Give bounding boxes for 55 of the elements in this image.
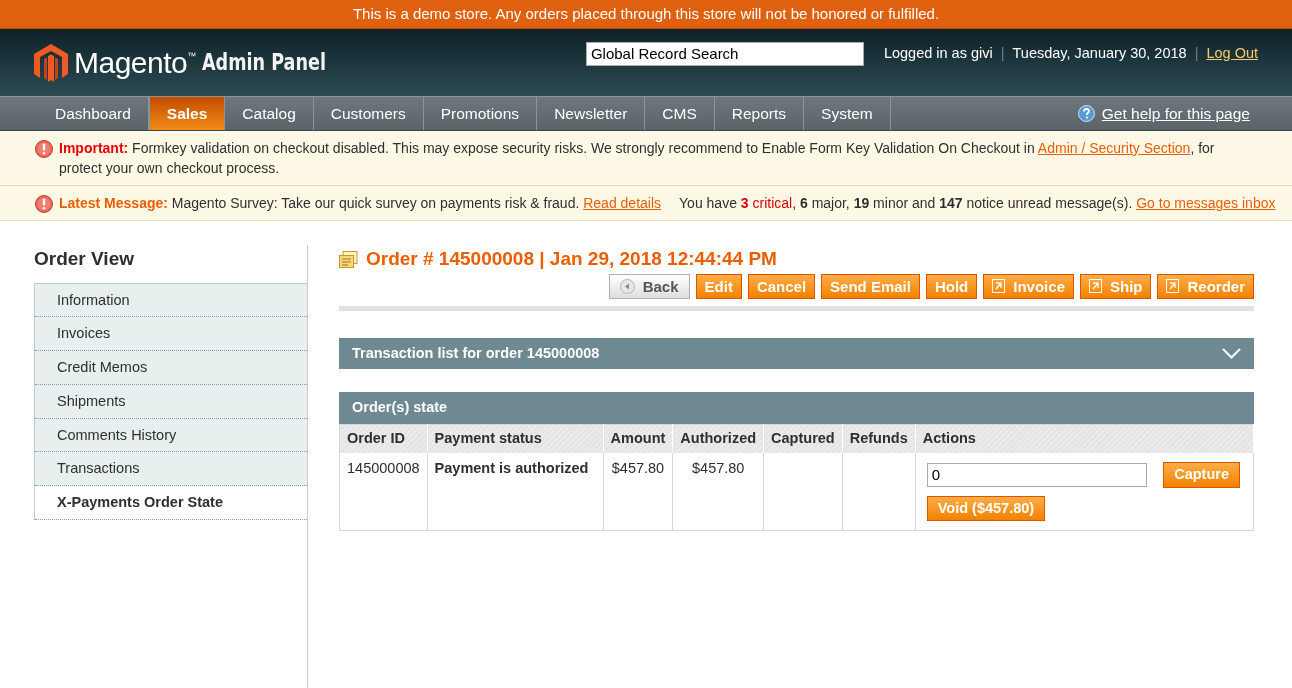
- global-search-field[interactable]: Global Record Search: [585, 41, 864, 66]
- sidebar-tab[interactable]: Credit Memos: [35, 351, 307, 385]
- document-icon: [992, 279, 1006, 293]
- separator: |: [1194, 43, 1199, 63]
- help-icon: [1077, 105, 1095, 122]
- help-link[interactable]: Get help for this page: [1101, 101, 1250, 126]
- nav-tab[interactable]: System: [804, 97, 891, 130]
- latest-message: Latest Message: Magento Survey: Take our quick survey on payments risk & fraud. Read details: [59, 194, 662, 213]
- nav-tab[interactable]: Catalog: [225, 97, 314, 130]
- document-icon: [1088, 279, 1102, 293]
- unread-messages-summary: You have 3 critical, 6 major, 19 minor and 147 notice unread message(s). Go to messages inbox: [679, 194, 1276, 213]
- sidebar-tab[interactable]: Comments History: [35, 418, 307, 453]
- order-icon: [339, 250, 358, 268]
- sidebar-tab[interactable]: Transactions: [35, 452, 307, 486]
- demo-store-notice: This is a demo store. Any orders placed through this store will not be honored or fulfilled.: [0, 0, 1292, 29]
- messages-inbox-link[interactable]: Go to messages inbox: [1136, 195, 1276, 211]
- logout-link[interactable]: Log Out: [1206, 42, 1258, 65]
- order-title: Order # 145000008 | Jan 29, 2018 12:44:44 PM: [366, 247, 777, 271]
- error-icon: [35, 140, 53, 158]
- transaction-list-header[interactable]: Transaction list for order 145000008: [339, 337, 1254, 370]
- error-icon: [35, 195, 53, 213]
- nav-tab[interactable]: CMS: [645, 97, 715, 130]
- column-header: Captured: [763, 424, 843, 453]
- nav-tab[interactable]: Reports: [714, 97, 805, 130]
- table-cell: 145000008: [339, 452, 428, 531]
- current-date: Tuesday, January 30, 2018: [1012, 43, 1187, 63]
- table-cell: $457.80: [603, 452, 673, 531]
- nav-tab[interactable]: Sales: [148, 97, 226, 130]
- column-header: Order ID: [339, 424, 428, 453]
- nav-tab[interactable]: Newsletter: [537, 97, 646, 130]
- column-header: Payment status: [427, 424, 604, 453]
- table-cell: Payment is authorized: [427, 452, 604, 531]
- logo-icon: [34, 43, 68, 82]
- sidebar-tab[interactable]: Invoices: [35, 317, 307, 351]
- document-icon: [1166, 279, 1180, 293]
- sidebar-title: Order View: [34, 245, 307, 284]
- sidebar-tab[interactable]: Information: [35, 283, 307, 318]
- table-cell: $457.80: [672, 452, 764, 531]
- logo-product-name: Admin Panel: [201, 48, 326, 78]
- important-message: Important: Formkey validation on checkout disabled. This may expose security risks. We strongly recommend to Enable Form Key Validation On Checkout in Admin / Security Section, for protect your own checkout process.: [59, 140, 1215, 176]
- read-details-link[interactable]: Read details: [583, 195, 662, 211]
- column-header: Authorized: [672, 424, 764, 453]
- separator: |: [1000, 43, 1005, 63]
- column-header: Refunds: [842, 424, 916, 453]
- sidebar-tab[interactable]: Shipments: [35, 384, 307, 419]
- nav-tab[interactable]: Promotions: [423, 97, 538, 130]
- nav-tab[interactable]: Customers: [313, 97, 424, 130]
- capture-amount-field[interactable]: 0: [926, 462, 1147, 487]
- column-header: Actions: [915, 424, 1254, 453]
- user-info: Logged in as givi: [883, 43, 993, 63]
- logo-brand: Magento$^{™}$: [74, 45, 196, 81]
- nav-tab[interactable]: Dashboard: [38, 97, 149, 130]
- back-button[interactable]: Back: [608, 273, 690, 299]
- column-header: Amount: [603, 424, 673, 453]
- order-state-header: Order(s) state: [339, 392, 1254, 424]
